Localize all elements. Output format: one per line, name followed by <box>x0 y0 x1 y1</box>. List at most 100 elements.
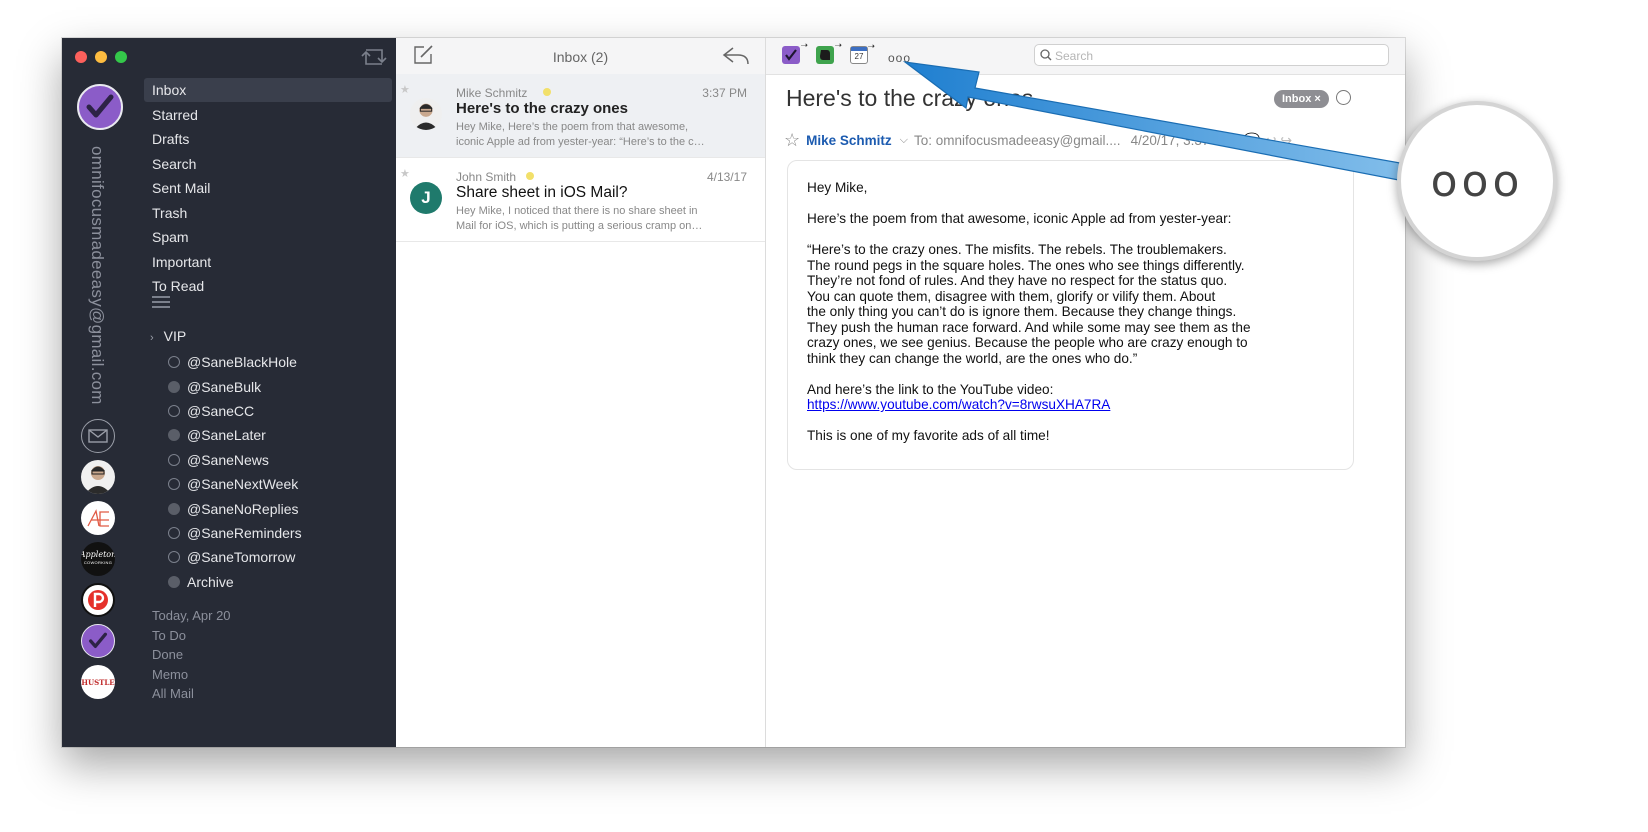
star-icon[interactable]: ☆ <box>784 130 800 151</box>
label-item[interactable]: @SaneBulk <box>168 374 302 398</box>
youtube-link[interactable]: https://www.youtube.com/watch?v=8rwsuXHA… <box>807 397 1110 412</box>
label-item[interactable]: @SaneReminders <box>168 521 302 545</box>
folder-list: Inbox Starred Drafts Search Sent Mail Tr… <box>144 78 392 299</box>
search-field[interactable] <box>1034 44 1389 66</box>
label-dot-icon <box>168 380 180 393</box>
folder-trash[interactable]: Trash <box>144 201 392 225</box>
sync-icon[interactable] <box>360 46 388 68</box>
zoom-window-button[interactable] <box>115 51 127 63</box>
appleton-coworking-avatar[interactable]: Appleton COWORKING <box>81 542 115 576</box>
chevron-right-icon: › <box>150 332 154 344</box>
active-account-avatar[interactable] <box>77 84 123 130</box>
star-icon[interactable]: ★ <box>400 167 410 180</box>
smart-item-done[interactable]: Done <box>152 645 231 665</box>
appleton-logo-icon: Appleton COWORKING <box>81 550 115 566</box>
envelope-icon[interactable] <box>81 419 115 453</box>
evernote-share-icon[interactable]: ➝ <box>816 40 842 64</box>
label-item[interactable]: @SaneLater <box>168 423 302 447</box>
smart-item-todo[interactable]: To Do <box>152 626 231 646</box>
reply-actions-icon[interactable]: 💬 ↩ ↪ <box>1243 132 1292 149</box>
folder-spam[interactable]: Spam <box>144 225 392 249</box>
more-folders-icon[interactable] <box>152 296 170 308</box>
smart-item-today[interactable]: Today, Apr 20 <box>152 606 231 626</box>
body-intro: Here’s the poem from that awesome, iconi… <box>807 211 1232 226</box>
message-sender: Mike Schmitz <box>456 86 552 100</box>
hustle-avatar[interactable]: HUSTLE <box>81 665 115 699</box>
label-list: @SaneBlackHole @SaneBulk @SaneCC @SaneLa… <box>168 350 302 594</box>
list-title: Inbox (2) <box>552 49 609 65</box>
profile-photo-avatar[interactable] <box>81 460 115 494</box>
body-link-paragraph: And here’s the link to the YouTube video… <box>807 381 1111 413</box>
person-icon <box>85 466 111 494</box>
email-subject: Here's to the crazy ones <box>786 85 1034 111</box>
email-sender[interactable]: Mike Schmitz <box>806 133 892 148</box>
mark-done-circle-icon[interactable] <box>1336 90 1351 105</box>
smart-item-all-mail[interactable]: All Mail <box>152 684 231 704</box>
message-row[interactable]: ★ J John Smith 4/13/17 Share sheet in iO… <box>396 158 765 242</box>
message-subject: Share sheet in iOS Mail? <box>456 184 628 201</box>
message-row[interactable]: ★ Mike Schmitz 3:37 PM Here's to the cra… <box>396 74 765 158</box>
person-icon <box>413 103 439 130</box>
label-item[interactable]: @SaneTomorrow <box>168 545 302 569</box>
reply-icon[interactable] <box>722 46 750 64</box>
purple-check-avatar[interactable] <box>81 624 115 658</box>
p-logo-avatar[interactable] <box>81 583 115 617</box>
message-body-card: Hey Mike, Here’s the poem from that awes… <box>787 160 1354 470</box>
folder-search[interactable]: Search <box>144 152 392 176</box>
label-item[interactable]: @SaneCC <box>168 399 302 423</box>
folder-important[interactable]: Important <box>144 250 392 274</box>
calendar-share-icon[interactable]: 27 ➝ <box>850 41 875 64</box>
folder-inbox[interactable]: Inbox <box>144 78 392 102</box>
search-input[interactable] <box>1053 47 1377 65</box>
smart-item-memo[interactable]: Memo <box>152 665 231 685</box>
ae-logo-avatar[interactable] <box>81 501 115 535</box>
message-preview: Hey Mike, I noticed that there is no sha… <box>456 205 703 232</box>
omnifocus-share-icon[interactable]: ➝ <box>782 40 808 64</box>
message-subject: Here's to the crazy ones <box>456 100 628 117</box>
inbox-tag-chip[interactable]: Inbox × <box>1274 90 1329 108</box>
checkmark-icon <box>86 94 114 118</box>
message-sender: John Smith <box>456 170 535 184</box>
star-icon[interactable]: ★ <box>400 83 410 96</box>
sender-avatar <box>410 98 442 130</box>
label-item[interactable]: @SaneNextWeek <box>168 472 302 496</box>
p-logo-icon <box>88 590 108 610</box>
folder-to-read[interactable]: To Read <box>144 274 392 298</box>
folder-sent-mail[interactable]: Sent Mail <box>144 176 392 200</box>
email-date: 4/20/17, 3:37 PM <box>1130 133 1234 148</box>
account-email-label: omnifocusmadeeasy@gmail.com <box>88 146 107 405</box>
vip-section-header[interactable]: › VIP <box>150 328 186 344</box>
message-preview: Hey Mike, Here’s the poem from that awes… <box>456 121 705 148</box>
message-date: 3:37 PM <box>702 86 747 100</box>
minimize-window-button[interactable] <box>95 51 107 63</box>
folder-starred[interactable]: Starred <box>144 103 392 127</box>
more-actions-icon[interactable]: ooo <box>888 51 911 65</box>
reader-toolbar: ➝ ➝ 27 ➝ ooo <box>766 38 1405 75</box>
mail-app-window: omnifocusmadeeasy@gmail.com Appleton COW… <box>62 38 1405 747</box>
sidebar: omnifocusmadeeasy@gmail.com Appleton COW… <box>62 38 396 747</box>
label-item[interactable]: @SaneNews <box>168 448 302 472</box>
message-body: Hey Mike, Here’s the poem from that awes… <box>807 180 1347 459</box>
sender-initial-avatar: J <box>410 182 442 214</box>
email-meta-row: ☆ Mike Schmitz ⌵ To: omnifocusmadeeasy@g… <box>784 130 1292 151</box>
folder-drafts[interactable]: Drafts <box>144 127 392 151</box>
close-window-button[interactable] <box>75 51 87 63</box>
email-recipient: To: omnifocusmadeeasy@gmail.... <box>914 133 1121 148</box>
label-item[interactable]: Archive <box>168 570 302 594</box>
label-dot-icon <box>168 575 180 588</box>
label-dot-icon <box>168 404 180 417</box>
message-date: 4/13/17 <box>706 170 747 184</box>
label-item[interactable]: @SaneNoReplies <box>168 496 302 520</box>
search-icon <box>1040 49 1052 61</box>
label-item[interactable]: @SaneBlackHole <box>168 350 302 374</box>
reading-pane: ➝ ➝ 27 ➝ ooo Here's to the crazy ones In <box>766 38 1405 747</box>
label-dot-icon <box>168 453 180 466</box>
label-dot-icon <box>168 526 180 539</box>
body-closing: This is one of my favorite ads of all ti… <box>807 428 1050 443</box>
chevron-down-icon[interactable]: ⌵ <box>900 134 908 147</box>
message-list-pane: Inbox (2) ★ Mike Schmitz 3:37 PM Here's … <box>396 38 766 747</box>
label-dot-icon <box>168 429 180 442</box>
vip-label: VIP <box>163 328 187 344</box>
checkmark-icon <box>89 632 107 648</box>
more-actions-zoomed-icon: ooo <box>1430 155 1524 207</box>
